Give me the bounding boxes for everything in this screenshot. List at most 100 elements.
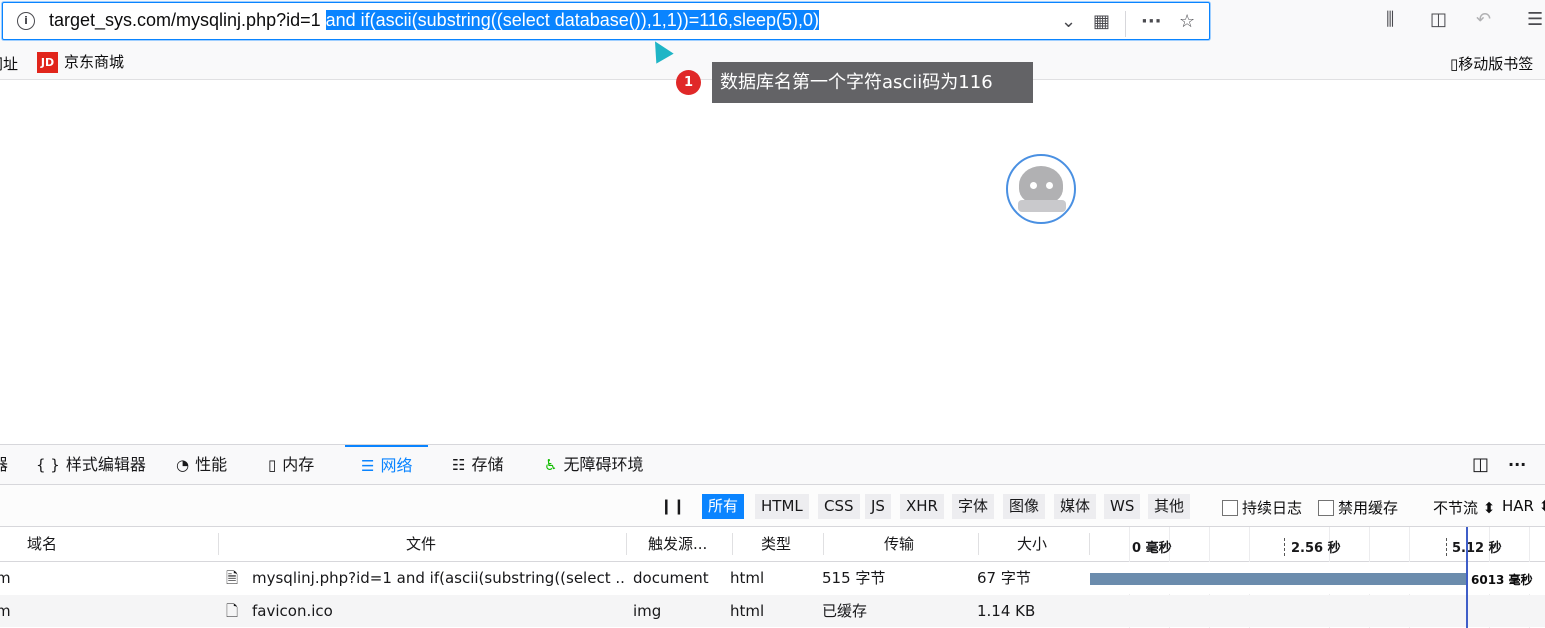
waterfall-time: 6013 毫秒	[1471, 573, 1533, 587]
cell-type: html	[730, 569, 765, 587]
checkbox-label: 禁用缓存	[1338, 499, 1399, 517]
url-bar[interactable]: i target_sys.com/mysqlinj.php?id=1 and i…	[2, 2, 1210, 40]
loading-avatar-icon	[1006, 154, 1076, 224]
timeline-tick	[1284, 538, 1285, 556]
cell-file: favicon.ico	[252, 602, 333, 620]
checkbox-box	[1318, 500, 1334, 516]
network-filter-bar: ❙❙ 所有 HTML CSS JS XHR 字体 图像 媒体 WS 其他 持续日…	[0, 485, 1545, 527]
undo-icon[interactable]: ↶	[1476, 9, 1491, 30]
cell-cause: img	[633, 602, 662, 620]
persist-log-checkbox[interactable]: 持续日志	[1222, 497, 1302, 518]
cell-cause: document	[633, 569, 709, 587]
browser-toolbar: i target_sys.com/mysqlinj.php?id=1 and i…	[0, 0, 1545, 44]
load-marker-line	[1466, 527, 1468, 628]
file-icon: 🗋	[226, 602, 239, 620]
tab-inspector[interactable]: 器	[0, 445, 8, 485]
tab-label: 内存	[282, 455, 315, 474]
document-icon: 🗎	[226, 569, 239, 587]
tab-label: 样式编辑器	[65, 455, 146, 474]
cell-domain: m	[0, 602, 11, 620]
tab-label: 性能	[195, 455, 228, 474]
har-select[interactable]: HAR ⬍	[1502, 497, 1545, 515]
accessibility-icon: ♿	[544, 456, 558, 474]
tab-storage[interactable]: ☷ 存储	[452, 445, 503, 485]
devtools-tabbar: 器 { } 样式编辑器 ◔ 性能 ▯ 内存 ☰ 网络 ☷ 存储 ♿ 无障碍环境 ◫ ···	[0, 444, 1545, 485]
url-prefix: target_sys.com/mysqlinj.php?id=1	[49, 10, 326, 30]
divider	[1089, 533, 1090, 555]
more-actions-icon[interactable]: ···	[1141, 11, 1162, 32]
filter-html[interactable]: HTML	[755, 494, 809, 519]
throttle-select[interactable]: 不节流 ⬍	[1433, 497, 1495, 518]
waterfall-bar	[1090, 573, 1466, 585]
storage-icon: ☷	[452, 456, 466, 474]
avatar-scarf	[1018, 200, 1066, 212]
disable-cache-checkbox[interactable]: 禁用缓存	[1318, 497, 1398, 518]
col-size[interactable]: 大小	[1017, 527, 1047, 561]
filter-media[interactable]: 媒体	[1054, 494, 1097, 519]
cell-size: 67 字节	[977, 569, 1031, 587]
tab-label: 网络	[380, 456, 413, 475]
tab-style-editor[interactable]: { } 样式编辑器	[36, 445, 146, 485]
tab-network[interactable]: ☰ 网络	[345, 445, 429, 485]
filter-other[interactable]: 其他	[1148, 494, 1191, 519]
filter-xhr[interactable]: XHR	[900, 494, 944, 519]
cell-transferred: 515 字节	[822, 569, 886, 587]
tab-accessibility[interactable]: ♿ 无障碍环境	[544, 445, 643, 485]
qr-code-icon[interactable]: ▦	[1093, 11, 1110, 32]
filter-fonts[interactable]: 字体	[952, 494, 995, 519]
col-type[interactable]: 类型	[761, 527, 791, 561]
timeline-label-2: 5.12 秒	[1452, 541, 1502, 556]
checkbox-label: 持续日志	[1242, 499, 1303, 517]
divider	[823, 533, 824, 555]
info-icon[interactable]: i	[17, 12, 35, 30]
dock-icon[interactable]: ◫	[1472, 445, 1489, 485]
chevron-down-icon[interactable]: ⌄	[1061, 11, 1076, 32]
annotation-tooltip: 数据库名第一个字符ascii码为116	[712, 62, 1033, 103]
filter-all[interactable]: 所有	[702, 494, 745, 519]
divider	[978, 533, 979, 555]
filter-css[interactable]: CSS	[818, 494, 860, 519]
url-selected-text: and if(ascii(substring((select database(…	[325, 10, 820, 30]
cell-domain: m	[0, 569, 11, 587]
bookmark-partial[interactable]: 网址	[0, 53, 18, 74]
tab-label: 无障碍环境	[563, 455, 644, 474]
library-icon[interactable]: ⫼	[1386, 9, 1394, 30]
col-domain[interactable]: 域名	[27, 527, 57, 561]
cell-file: mysqlinj.php?id=1 and if(ascii(substring…	[252, 569, 624, 587]
checkbox-box	[1222, 500, 1238, 516]
divider	[626, 533, 627, 555]
col-cause[interactable]: 触发源...	[648, 527, 707, 561]
filter-js[interactable]: JS	[865, 494, 891, 519]
bookmark-mobile[interactable]: ▯移动版书签	[1450, 53, 1533, 74]
more-options-icon[interactable]: ···	[1508, 445, 1526, 485]
filter-images[interactable]: 图像	[1003, 494, 1046, 519]
memory-icon: ▯	[268, 456, 277, 474]
tab-memory[interactable]: ▯ 内存	[268, 445, 314, 485]
pause-icon[interactable]: ❙❙	[654, 494, 691, 519]
col-file[interactable]: 文件	[406, 527, 436, 561]
cell-type: html	[730, 602, 765, 620]
braces-icon: { }	[36, 456, 60, 474]
avatar-head	[1019, 166, 1063, 204]
menu-icon[interactable]: ☰	[1527, 9, 1543, 30]
divider	[732, 533, 733, 555]
timeline-label-0: 0 毫秒	[1132, 541, 1172, 556]
divider	[1125, 11, 1126, 37]
divider	[218, 533, 219, 555]
tab-label: 存储	[471, 455, 504, 474]
gauge-icon: ◔	[176, 456, 190, 474]
tab-performance[interactable]: ◔ 性能	[176, 445, 227, 485]
bookmark-mobile-label: 移动版书签	[1458, 55, 1534, 73]
star-icon[interactable]: ☆	[1179, 11, 1195, 32]
col-transferred[interactable]: 传输	[884, 527, 914, 561]
filter-ws[interactable]: WS	[1104, 494, 1141, 519]
table-row[interactable]: m 🗋 favicon.ico img html 已缓存 1.14 KB	[0, 595, 1545, 627]
network-icon: ☰	[361, 457, 375, 475]
annotation-badge: 1	[676, 70, 701, 95]
bookmark-jd[interactable]: JD 京东商城	[37, 51, 124, 73]
url-text[interactable]: target_sys.com/mysqlinj.php?id=1 and if(…	[49, 10, 820, 31]
timeline-label-1: 2.56 秒	[1291, 541, 1341, 556]
jd-logo-icon: JD	[37, 52, 58, 73]
sidebar-icon[interactable]: ◫	[1430, 9, 1447, 30]
bookmark-jd-label: 京东商城	[64, 53, 125, 71]
